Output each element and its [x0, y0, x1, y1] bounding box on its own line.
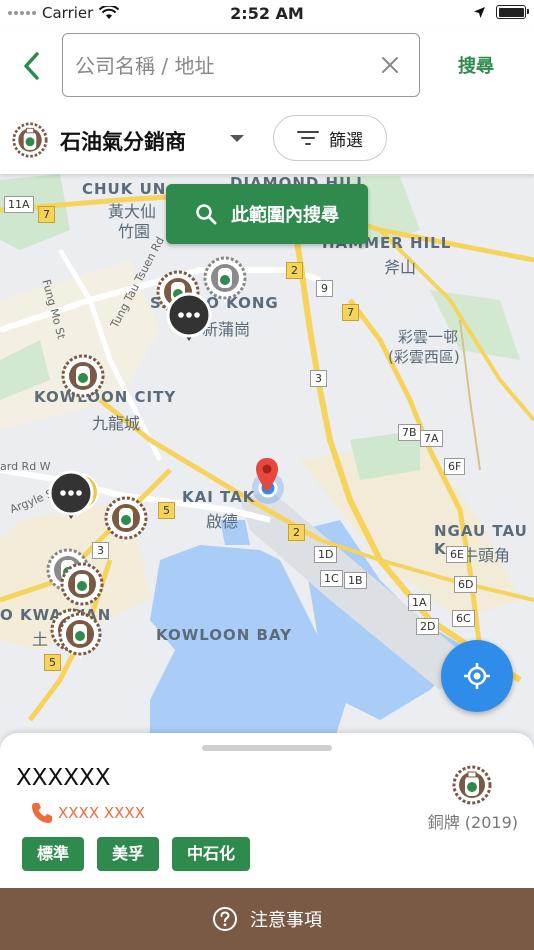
map-label: (彩雲西區)	[388, 348, 460, 366]
route-shield: 2	[288, 524, 305, 541]
route-shield: 1B	[344, 572, 367, 589]
chevron-down-icon[interactable]	[230, 135, 244, 142]
tag: 中石化	[172, 837, 251, 871]
search-this-area-button[interactable]: 此範圍內搜尋	[166, 184, 368, 244]
map-label: CHUK UN	[82, 180, 167, 198]
clock: 2:52 AM	[230, 4, 304, 23]
map-label: KOWLOON BAY	[156, 626, 293, 644]
map-label: 彩雲一邨	[398, 328, 459, 346]
lpg-marker[interactable]	[58, 612, 102, 660]
lpg-marker[interactable]	[104, 496, 148, 544]
filter-label: 篩選	[329, 130, 363, 151]
route-shield: 3	[92, 542, 109, 559]
header: 搜尋 石油氣分銷商 篩選	[0, 26, 534, 174]
search-input[interactable]	[75, 52, 365, 80]
route-shield: 3	[310, 370, 327, 387]
locate-me-button[interactable]	[441, 640, 513, 712]
phone-number: XXXX XXXX	[58, 804, 145, 822]
route-shield: 1A	[408, 594, 431, 611]
category-selector[interactable]: 石油氣分銷商	[60, 126, 186, 156]
cluster-marker[interactable]	[166, 292, 212, 342]
map-label: KAI TAK	[182, 488, 256, 506]
search-icon	[196, 204, 217, 225]
status-right	[473, 5, 529, 19]
search-this-area-label: 此範圍內搜尋	[231, 205, 339, 226]
route-shield: 7B	[398, 424, 421, 441]
phone-link[interactable]: XXXX XXXX	[30, 801, 145, 825]
help-circle-icon	[213, 907, 237, 931]
notice-label: 注意事項	[250, 910, 322, 931]
status-bar: Carrier 2:52 AM	[0, 0, 534, 26]
company-name: XXXXXX	[16, 765, 111, 791]
bronze-award-icon	[452, 765, 492, 805]
map-pin-icon	[256, 458, 278, 492]
route-shield: 7	[38, 206, 55, 223]
search-box	[62, 33, 420, 97]
location-arrow-icon	[474, 6, 485, 18]
clear-icon[interactable]	[379, 54, 401, 76]
cluster-marker[interactable]	[48, 470, 100, 520]
route-shield: 5	[158, 502, 175, 519]
tag: 美孚	[97, 837, 160, 871]
route-shield: 2	[286, 262, 303, 279]
lpg-cylinder-logo	[12, 122, 48, 158]
map-label: KOWLOON CITY	[34, 388, 177, 406]
map-label: 土	[32, 630, 49, 649]
battery-icon	[496, 5, 529, 19]
route-shield: 9	[316, 280, 333, 297]
lpg-marker[interactable]	[60, 562, 104, 610]
map-label: 啟德	[206, 512, 239, 531]
filter-icon	[297, 131, 319, 145]
route-shield: 6E	[446, 546, 468, 563]
notice-bar[interactable]: 注意事項	[0, 888, 534, 950]
route-shield: 6D	[454, 576, 478, 593]
map-label: 斧山	[384, 258, 417, 277]
map-label: 九龍城	[92, 414, 141, 433]
route-shield: 1D	[314, 546, 338, 563]
tag: 標準	[22, 837, 85, 871]
award-label: 銅牌 (2019)	[427, 813, 518, 832]
sheet-handle[interactable]	[202, 745, 332, 751]
map-label: 竹園	[118, 222, 151, 241]
route-shield: 11A	[4, 196, 34, 213]
tag-list: 標準 美孚 中石化	[22, 837, 251, 871]
route-shield: 7A	[420, 430, 443, 447]
route-shield: 6C	[452, 610, 475, 627]
route-shield: 1C	[320, 570, 343, 587]
route-shield: 6F	[444, 458, 466, 475]
phone-icon	[32, 803, 52, 823]
filter-button[interactable]: 篩選	[273, 115, 387, 161]
lpg-marker[interactable]	[61, 354, 105, 402]
route-shield: 2D	[416, 618, 440, 635]
back-chevron-icon[interactable]	[20, 50, 44, 82]
map-label: 牛頭角	[462, 546, 511, 565]
crosshair-icon	[464, 663, 490, 689]
map-label: ard Rd W	[0, 460, 51, 473]
search-button[interactable]: 搜尋	[458, 52, 494, 78]
route-shield: 7	[342, 304, 359, 321]
